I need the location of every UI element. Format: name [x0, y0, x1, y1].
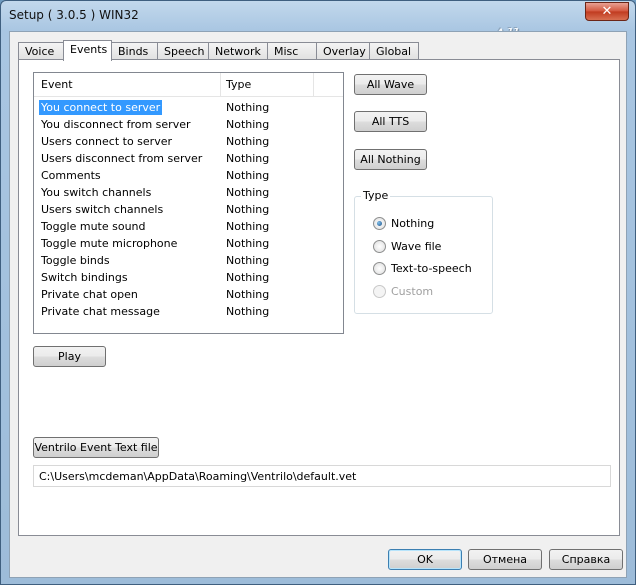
all-nothing-button[interactable]: All Nothing	[354, 149, 427, 170]
event-file-path-field[interactable]: C:\Users\mcdeman\AppData\Roaming\Ventril…	[33, 465, 611, 487]
event-name: You switch channels	[41, 186, 152, 199]
event-type: Nothing	[226, 203, 270, 216]
list-item[interactable]: Comments Nothing	[34, 167, 343, 184]
close-icon: ✕	[601, 4, 613, 19]
setup-window: Setup ( 3.0.5 ) WIN32 ✕ Allmmorpg.ru Voi…	[0, 0, 636, 585]
events-tab-panel: Event Type You connect to server Nothing Y…	[18, 59, 620, 536]
list-item[interactable]: Switch bindings Nothing	[34, 269, 343, 286]
radio-button-icon[interactable]	[373, 217, 386, 230]
close-button[interactable]: ✕	[585, 2, 629, 21]
events-list[interactable]: Event Type You connect to server Nothing Y…	[33, 72, 344, 334]
event-type: Nothing	[226, 305, 270, 318]
list-item[interactable]: Users connect to server Nothing	[34, 133, 343, 150]
type-groupbox: Type Nothing Wave file Text-to-speech Cu…	[354, 189, 493, 314]
event-name: Users disconnect from server	[41, 152, 203, 165]
column-divider[interactable]	[220, 73, 221, 96]
type-group-label: Type	[361, 189, 391, 202]
column-header-event[interactable]: Event	[41, 78, 73, 91]
list-item[interactable]: Toggle mute sound Nothing	[34, 218, 343, 235]
event-name: Comments	[41, 169, 101, 182]
event-text-file-button[interactable]: Ventrilo Event Text file	[33, 437, 159, 458]
list-item[interactable]: Toggle binds Nothing	[34, 252, 343, 269]
list-item[interactable]: Users switch channels Nothing	[34, 201, 343, 218]
radio-label: Custom	[391, 285, 434, 298]
radio-button-icon[interactable]	[373, 262, 386, 275]
dialog-client-area: Voice Events Binds Speech Network Misc O…	[9, 31, 627, 578]
radio-label: Nothing	[391, 217, 435, 230]
event-type: Nothing	[226, 135, 270, 148]
event-name: Switch bindings	[41, 271, 128, 284]
radio-button-icon[interactable]	[373, 240, 386, 253]
column-header-type[interactable]: Type	[226, 78, 251, 91]
event-name: Toggle mute sound	[41, 220, 146, 233]
list-item[interactable]: Private chat open Nothing	[34, 286, 343, 303]
column-divider[interactable]	[313, 73, 314, 96]
radio-label: Wave file	[391, 240, 442, 253]
tab-speech[interactable]: Speech	[157, 42, 209, 60]
event-type: Nothing	[226, 169, 270, 182]
event-name: Users switch channels	[41, 203, 164, 216]
list-item[interactable]: You connect to server Nothing	[34, 99, 343, 116]
tab-binds[interactable]: Binds	[111, 42, 158, 60]
tab-overlay[interactable]: Overlay	[316, 42, 370, 60]
list-item[interactable]: Toggle mute microphone Nothing	[34, 235, 343, 252]
all-tts-button[interactable]: All TTS	[354, 111, 427, 132]
event-type: Nothing	[226, 220, 270, 233]
event-name: Private chat open	[41, 288, 138, 301]
event-type: Nothing	[226, 152, 270, 165]
event-type: Nothing	[226, 237, 270, 250]
tab-events[interactable]: Events	[63, 40, 112, 61]
event-type: Nothing	[226, 271, 270, 284]
help-button[interactable]: Справка	[549, 549, 623, 570]
event-type: Nothing	[226, 254, 270, 267]
event-name: Toggle mute microphone	[41, 237, 178, 250]
events-list-header: Event Type	[34, 73, 343, 97]
event-name: You disconnect from server	[41, 118, 191, 131]
cancel-button[interactable]: Отмена	[468, 549, 542, 570]
radio-label: Text-to-speech	[391, 262, 472, 275]
tab-network[interactable]: Network	[208, 42, 268, 60]
event-file-path-value: C:\Users\mcdeman\AppData\Roaming\Ventril…	[39, 470, 357, 483]
list-item[interactable]: Private chat message Nothing	[34, 303, 343, 320]
event-name: You connect to server	[39, 100, 163, 115]
list-item[interactable]: Users disconnect from server Nothing	[34, 150, 343, 167]
event-name: Private chat message	[41, 305, 160, 318]
tab-global[interactable]: Global	[369, 42, 419, 60]
event-type: Nothing	[226, 186, 270, 199]
window-title: Setup ( 3.0.5 ) WIN32	[9, 8, 139, 22]
event-type: Nothing	[226, 101, 270, 114]
tab-voice[interactable]: Voice	[18, 42, 64, 60]
list-item[interactable]: You switch channels Nothing	[34, 184, 343, 201]
tab-misc[interactable]: Misc	[267, 42, 317, 60]
event-type: Nothing	[226, 118, 270, 131]
ok-button[interactable]: OK	[388, 549, 462, 570]
list-item[interactable]: You disconnect from server Nothing	[34, 116, 343, 133]
event-type: Nothing	[226, 288, 270, 301]
all-wave-button[interactable]: All Wave	[354, 74, 427, 95]
event-name: Users connect to server	[41, 135, 173, 148]
event-name: Toggle binds	[41, 254, 110, 267]
play-button[interactable]: Play	[33, 346, 106, 367]
radio-button-icon[interactable]	[373, 285, 386, 298]
